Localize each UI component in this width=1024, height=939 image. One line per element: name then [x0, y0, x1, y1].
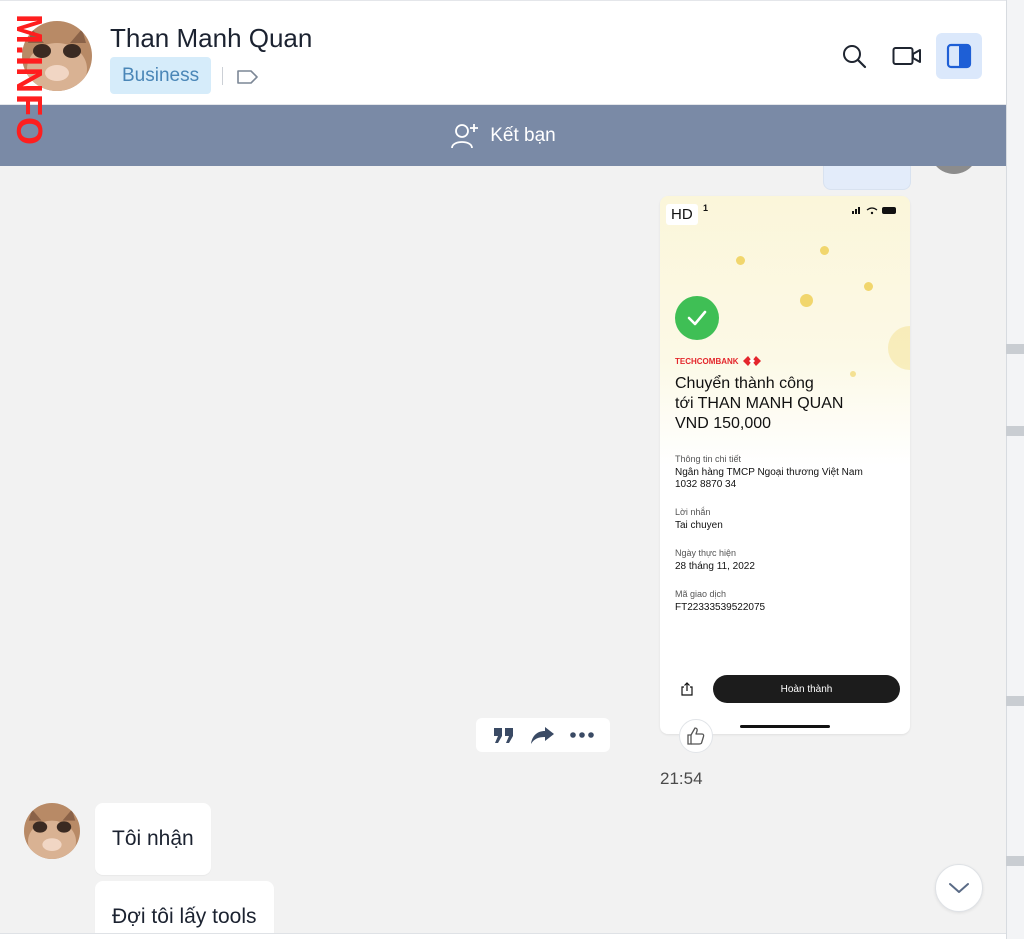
decorative-coin — [864, 282, 873, 291]
panel-divider-mark — [1006, 344, 1024, 354]
transaction-id-section: Mã giao dịch FT22333539522075 — [675, 589, 766, 613]
chat-messages-area[interactable]: HD 1 TECHCOMBANK Chuyển thành công tới T… — [0, 166, 1006, 933]
business-badge: Business — [110, 57, 212, 94]
video-call-icon — [892, 47, 921, 65]
forward-button[interactable] — [529, 721, 557, 749]
decorative-coin — [888, 326, 910, 370]
decorative-coin — [800, 294, 813, 307]
previous-message-bubble[interactable] — [823, 166, 911, 190]
divider — [222, 67, 223, 85]
panel-divider-mark — [1006, 696, 1024, 706]
sidebar-toggle-icon — [946, 43, 972, 69]
thumbs-up-icon — [687, 727, 705, 745]
scroll-to-bottom-button[interactable] — [935, 864, 983, 912]
tag-icon[interactable] — [236, 67, 260, 87]
message-action-bar — [476, 718, 610, 752]
techcombank-logo: TECHCOMBANK — [675, 356, 761, 366]
date-section: Ngày thực hiện 28 tháng 11, 2022 — [675, 548, 755, 572]
quote-icon — [493, 728, 513, 743]
incoming-message[interactable]: Tôi nhận — [95, 803, 211, 875]
add-friend-icon — [451, 123, 479, 148]
chat-header: Than Manh Quan Business — [0, 0, 1006, 105]
transfer-summary: Chuyển thành công tới THAN MANH QUAN VND… — [675, 375, 844, 432]
adjacent-panel-edge — [1006, 0, 1024, 939]
video-call-button[interactable] — [884, 33, 930, 79]
share-icon — [681, 682, 693, 696]
like-button[interactable] — [679, 719, 713, 753]
incoming-message[interactable]: Đợi tôi lấy tools — [95, 881, 274, 933]
composer-edge — [0, 933, 1006, 939]
transfer-receipt-image[interactable]: HD 1 TECHCOMBANK Chuyển thành công tới T… — [660, 196, 910, 734]
success-check-icon — [675, 296, 719, 340]
sidebar-toggle-button[interactable] — [936, 33, 982, 79]
status-bar-digit: 1 — [703, 203, 709, 213]
phone-status-icons — [852, 207, 896, 215]
decorative-coin — [736, 256, 745, 265]
previous-avatar — [930, 166, 978, 174]
forward-icon — [530, 727, 554, 744]
more-icon — [570, 732, 595, 738]
hd-label: HD — [666, 204, 698, 225]
decorative-coin — [820, 246, 829, 255]
done-button: Hoàn thành — [713, 675, 900, 703]
message-section: Lời nhắn Tai chuyen — [675, 507, 723, 531]
panel-divider-mark — [1006, 426, 1024, 436]
sender-avatar[interactable] — [24, 803, 80, 859]
detail-section: Thông tin chi tiết Ngân hàng TMCP Ngoại … — [675, 454, 863, 490]
panel-divider-mark — [1006, 856, 1024, 866]
quote-button[interactable] — [490, 721, 518, 749]
search-button[interactable] — [831, 33, 877, 79]
search-icon — [843, 45, 867, 69]
chevron-down-icon — [949, 883, 969, 893]
message-timestamp: 21:54 — [660, 769, 703, 788]
watermark-logo: M.INFO — [9, 14, 51, 146]
contact-name[interactable]: Than Manh Quan — [110, 23, 312, 54]
add-friend-bar[interactable]: Kết bạn — [0, 105, 1006, 166]
home-indicator — [740, 725, 830, 728]
more-button[interactable] — [568, 721, 596, 749]
add-friend-label: Kết bạn — [490, 124, 556, 146]
